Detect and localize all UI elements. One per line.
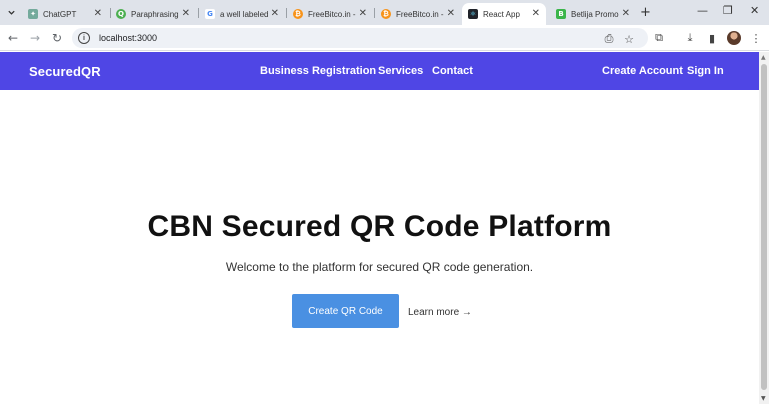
tab-chatgpt[interactable]: ✦ ChatGPT ✕: [22, 3, 108, 25]
close-icon[interactable]: ✕: [447, 8, 455, 19]
tab-react-app[interactable]: ⚛ React App ✕: [462, 3, 546, 25]
address-bar[interactable]: i localhost:3000 ⎙ ☆: [72, 28, 648, 48]
bitcoin-icon: ₿: [293, 9, 303, 19]
profile-avatar[interactable]: [727, 31, 741, 45]
scroll-up-icon[interactable]: ▲: [761, 54, 766, 61]
quillbot-icon: Q: [116, 9, 126, 19]
react-icon: ⚛: [468, 9, 478, 19]
page-viewport: SecuredQR Business Registration Services…: [0, 52, 759, 404]
bookmark-star-icon[interactable]: ☆: [622, 32, 636, 46]
scrollbar-thumb[interactable]: [761, 64, 767, 390]
minimize-icon[interactable]: —: [697, 4, 708, 17]
tab-freebitco-2[interactable]: ₿ FreeBitco.in - ✕: [375, 3, 461, 25]
browser-toolbar: ← → ↻ i localhost:3000 ⎙ ☆ ⧉ ⤓ ▮ ⋮: [0, 25, 769, 51]
brand-logo[interactable]: SecuredQR: [29, 64, 101, 79]
tab-betlija-promo[interactable]: B Betlija Promo ✕: [550, 3, 636, 25]
download-icon[interactable]: ⤓: [682, 30, 698, 46]
create-qr-code-button[interactable]: Create QR Code: [292, 294, 399, 328]
page-scrollbar[interactable]: ▲ ▼: [759, 52, 769, 404]
tab-google-search[interactable]: G a well labeled ✕: [199, 3, 285, 25]
close-icon[interactable]: ✕: [94, 8, 102, 19]
menu-kebab-icon[interactable]: ⋮: [748, 30, 764, 46]
restore-icon[interactable]: ❐: [723, 4, 733, 17]
hero-subtitle: Welcome to the platform for secured QR c…: [225, 260, 534, 274]
bitcoin-icon: ₿: [381, 9, 391, 19]
close-icon[interactable]: ✕: [359, 8, 367, 19]
site-navbar: SecuredQR Business Registration Services…: [0, 52, 759, 90]
extensions-icon[interactable]: ⧉: [651, 30, 667, 46]
nav-business-registration[interactable]: Business Registration: [260, 65, 376, 77]
browser-tab-strip: ✦ ChatGPT ✕ Q Paraphrasing ✕ G a well la…: [0, 0, 769, 25]
nav-services[interactable]: Services: [378, 65, 423, 77]
site-info-icon[interactable]: i: [78, 32, 90, 44]
close-icon[interactable]: ✕: [182, 8, 190, 19]
scroll-down-icon[interactable]: ▼: [761, 395, 766, 402]
tab-paraphrasing[interactable]: Q Paraphrasing ✕: [110, 3, 196, 25]
tab-search-icon[interactable]: [4, 5, 19, 20]
side-panel-icon[interactable]: ▮: [704, 30, 720, 46]
betika-icon: B: [556, 9, 566, 19]
url-text[interactable]: localhost:3000: [99, 33, 157, 43]
google-icon: G: [205, 9, 215, 19]
close-icon[interactable]: ✕: [271, 8, 279, 19]
chatgpt-icon: ✦: [28, 9, 38, 19]
tab-freebitco-1[interactable]: ₿ FreeBitco.in - ✕: [287, 3, 373, 25]
nav-contact[interactable]: Contact: [432, 65, 473, 77]
window-close-icon[interactable]: ✕: [750, 4, 759, 17]
install-app-icon[interactable]: ⎙: [602, 32, 616, 46]
back-icon[interactable]: ←: [5, 30, 21, 46]
new-tab-icon[interactable]: +: [640, 5, 651, 20]
sign-in-link[interactable]: Sign In: [687, 65, 724, 77]
learn-more-link[interactable]: Learn more →: [408, 307, 472, 318]
reload-icon[interactable]: ↻: [49, 30, 65, 46]
close-icon[interactable]: ✕: [532, 8, 540, 19]
close-icon[interactable]: ✕: [622, 8, 630, 19]
forward-icon[interactable]: →: [27, 30, 43, 46]
hero-title: CBN Secured QR Code Platform: [147, 210, 612, 243]
create-account-link[interactable]: Create Account: [602, 65, 683, 77]
